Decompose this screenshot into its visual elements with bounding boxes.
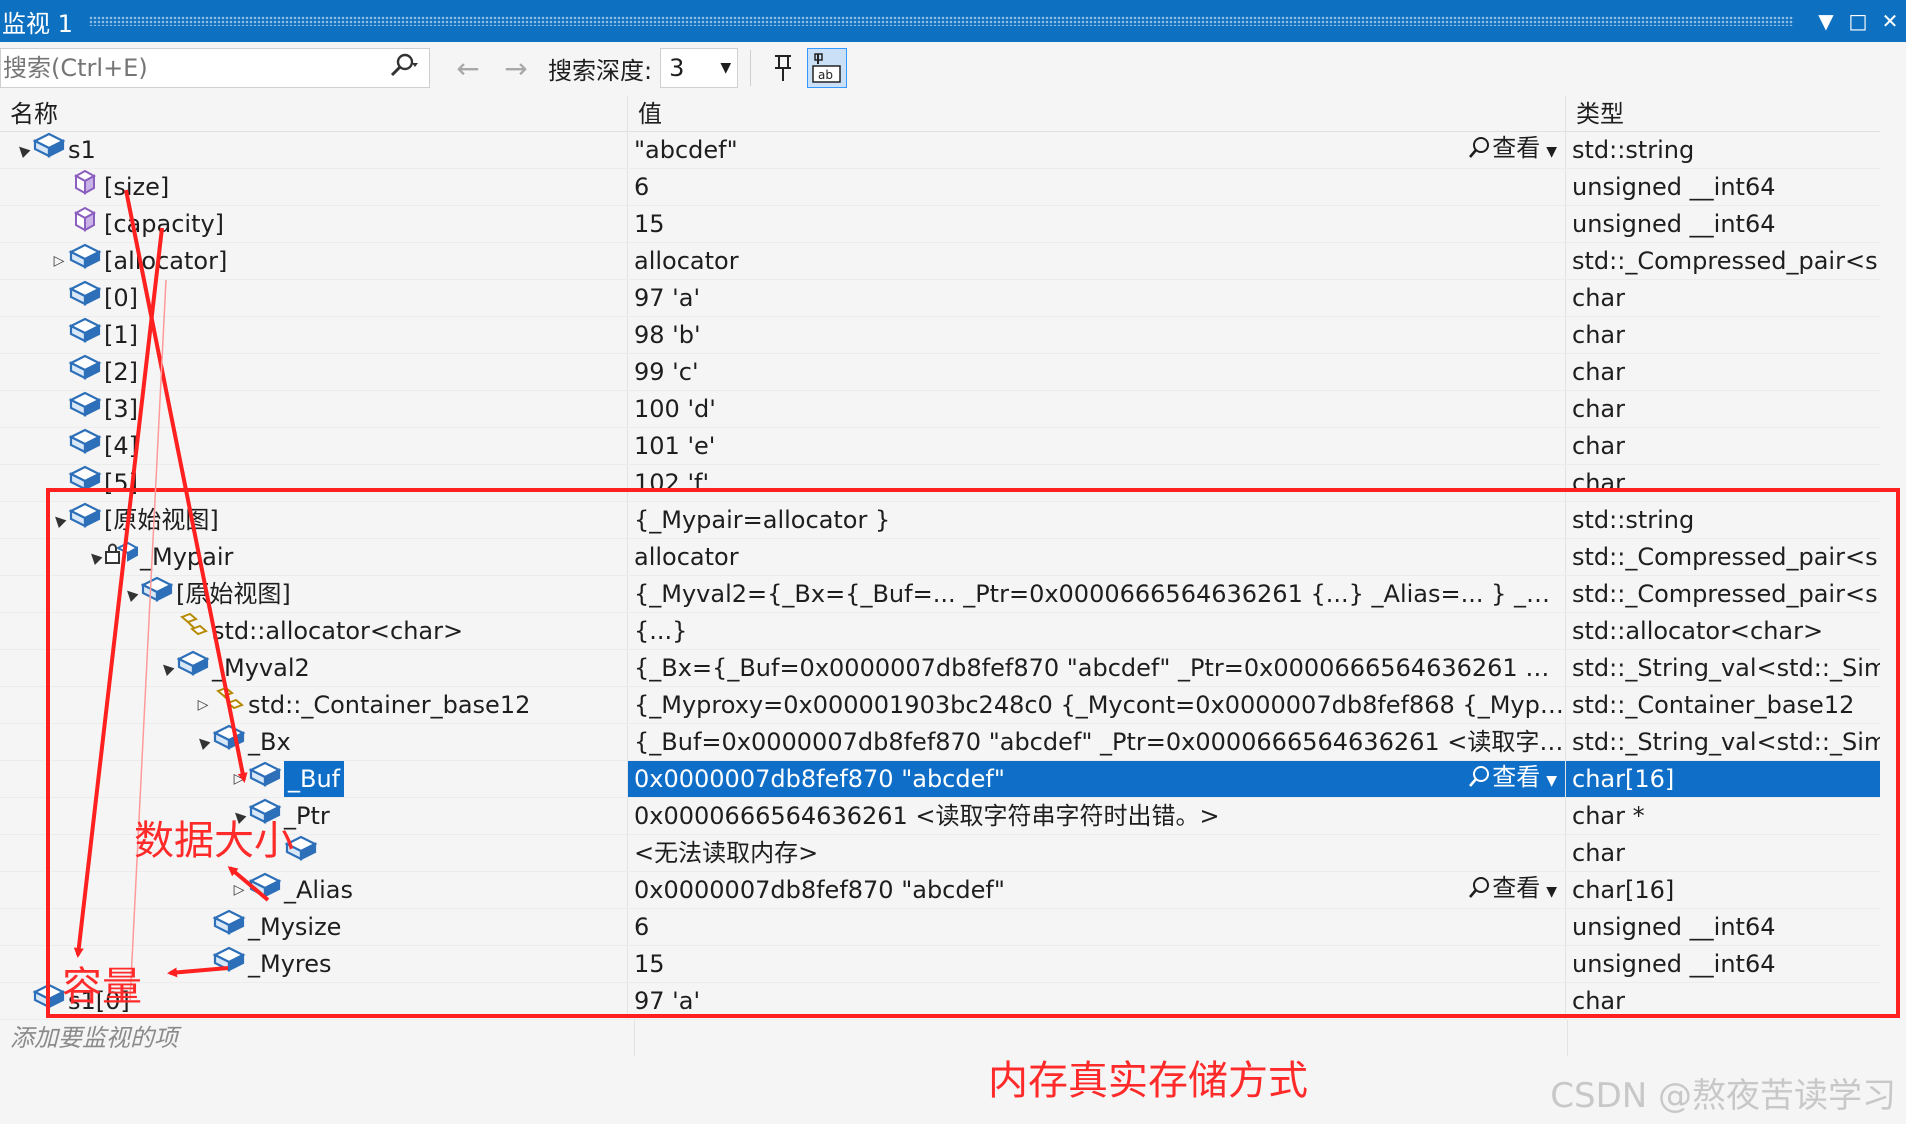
add-watch-row[interactable]: 添加要监视的项 [0, 1020, 1880, 1056]
watch-row-name-cell[interactable]: [0] [0, 280, 628, 316]
chevron-down-icon: ▼ [720, 60, 732, 76]
watch-row-name-cell[interactable]: [3] [0, 391, 628, 427]
watch-row[interactable]: ▷ [allocator] ⊣allocatorstd::_Compressed_p… [0, 243, 1880, 280]
watch-row-value: 15 [634, 209, 665, 238]
watch-row-value-cell[interactable]: 101 'e' [628, 428, 1566, 464]
watch-row-value: "abcdef" [634, 135, 738, 164]
watch-row-type: char [1572, 395, 1625, 423]
watch-row-name: s1 [68, 135, 96, 164]
capacity-annotation: 容量 [62, 964, 142, 1010]
search-icon[interactable] [377, 52, 429, 84]
watch-row-name-cell[interactable]: [1] [0, 317, 628, 353]
watch-row-name-cell[interactable]: ▲ s1 [0, 132, 628, 168]
window-menu-button[interactable]: ▼ [1810, 9, 1842, 33]
window-title-bar: 监视 1 ▼ □ ✕ [0, 0, 1906, 42]
property-member-icon [68, 206, 104, 242]
watch-row-type: unsigned __int64 [1572, 173, 1776, 201]
watch-row-value-cell[interactable]: 98 'b' [628, 317, 1566, 353]
field-member-icon [68, 317, 104, 353]
watch-row-type: unsigned __int64 [1572, 210, 1776, 238]
watch-row[interactable]: ▲ s1 "abcdef" 查看 ▼ std::string [0, 132, 1880, 169]
data-size-annotation: 数据大小 [134, 818, 294, 864]
watch-row-name: [3] [104, 394, 138, 423]
watch-row-name-cell[interactable]: [size] [0, 169, 628, 205]
expand-icon[interactable]: ▷ [50, 243, 68, 279]
add-watch-placeholder[interactable]: 添加要监视的项 [10, 1020, 635, 1056]
field-member-icon [68, 280, 104, 316]
watch-row-name-cell[interactable]: [4] [0, 428, 628, 464]
watch-row-value: 97 'a' [634, 283, 701, 312]
watch-row-name: [2] [104, 357, 138, 386]
visualizer-label: 查看 [1492, 133, 1541, 162]
watch-row-value: 100 'd' [634, 394, 716, 423]
search-depth-label: 搜索深度: [548, 56, 653, 85]
field-member-icon [32, 132, 68, 168]
watch-row-type: char [1572, 432, 1625, 460]
watch-row-value-cell[interactable]: "abcdef" 查看 ▼ [628, 132, 1566, 168]
string-format-icon[interactable]: ab [807, 48, 848, 88]
svg-text:ab: ab [818, 68, 833, 82]
close-button[interactable]: ✕ [1874, 9, 1906, 33]
watch-row-value: 101 'e' [634, 431, 716, 460]
search-forward-button[interactable]: → [492, 52, 540, 85]
raw-view-highlight-box [46, 488, 1900, 1018]
maximize-button[interactable]: □ [1842, 9, 1874, 33]
memory-layout-annotation: 内存真实存储方式 [988, 1058, 1308, 1104]
field-member-icon [68, 428, 104, 464]
property-member-icon [68, 169, 104, 205]
watch-row-name: [4] [104, 431, 138, 460]
watch-row[interactable]: [size] 6 unsigned __int64 [0, 169, 1880, 206]
column-header-name[interactable]: 名称 [0, 96, 628, 131]
watch-row-value-cell[interactable]: 6 [628, 169, 1566, 205]
watch-row[interactable]: [2] 99 'c' char [0, 354, 1880, 391]
watch-row[interactable]: [1] 98 'b' char [0, 317, 1880, 354]
column-header-type[interactable]: 类型 [1566, 96, 1880, 131]
watch-row[interactable]: [0] 97 'a' char [0, 280, 1880, 317]
search-input[interactable] [1, 54, 377, 82]
column-header-value[interactable]: 值 [628, 96, 1566, 131]
watch-row-value-cell[interactable]: 99 'c' [628, 354, 1566, 390]
search-depth-select[interactable]: 3 ▼ [660, 48, 739, 88]
search-box[interactable] [0, 48, 430, 88]
watch-row-value: allocator [634, 246, 739, 275]
grid-header: 名称 值 类型 [0, 96, 1880, 132]
text-visualizer-button[interactable]: 查看 ▼ [1468, 132, 1565, 168]
toolbar-separator [750, 50, 752, 86]
title-grip[interactable] [88, 16, 1794, 26]
field-member-icon [68, 354, 104, 390]
watch-row-type: char [1572, 358, 1625, 386]
watch-row-type: char [1572, 284, 1625, 312]
watch-row-value-cell[interactable]: 97 'a' [628, 280, 1566, 316]
pin-icon[interactable] [763, 48, 803, 88]
watermark: CSDN @熬夜苦读学习 [1550, 1076, 1896, 1116]
magnifier-icon [1468, 134, 1492, 162]
search-back-button[interactable]: ← [444, 52, 492, 85]
watch-row-type: std::_Compressed_pair<s... [1572, 247, 1880, 275]
watch-row-name: [capacity] [104, 209, 225, 238]
watch-row-value: 99 'c' [634, 357, 699, 386]
watch-row-name: [size] [104, 172, 170, 201]
watch-row[interactable]: [3] 100 'd' char [0, 391, 1880, 428]
watch-row[interactable]: [capacity] 15 unsigned __int64 [0, 206, 1880, 243]
watch-toolbar: ← → 搜索深度: 3 ▼ ab [0, 42, 1906, 94]
watch-row-value-cell[interactable]: 100 'd' [628, 391, 1566, 427]
watch-row-name: [allocator] [104, 246, 228, 275]
watch-row-type: char [1572, 321, 1625, 349]
watch-row-value-cell[interactable]: ⊣allocator [628, 243, 1566, 279]
watch-row-value: 6 [634, 172, 650, 201]
watch-row-name-cell[interactable]: [2] [0, 354, 628, 390]
field-member-icon [68, 243, 104, 279]
watch-row-type: std::string [1572, 136, 1695, 164]
watch-row-name-cell[interactable]: ▷ [allocator] [0, 243, 628, 279]
watch-row-value-cell[interactable]: 15 [628, 206, 1566, 242]
watch-row-value: 98 'b' [634, 320, 701, 349]
watch-row-name: [0] [104, 283, 138, 312]
window-title: 监视 1 [2, 9, 73, 38]
chevron-down-icon: ▼ [1546, 143, 1557, 160]
watch-row-name: [1] [104, 320, 138, 349]
field-member-icon [68, 391, 104, 427]
search-depth-value: 3 [669, 54, 685, 82]
watch-row[interactable]: [4] 101 'e' char [0, 428, 1880, 465]
watch-row-name-cell[interactable]: [capacity] [0, 206, 628, 242]
